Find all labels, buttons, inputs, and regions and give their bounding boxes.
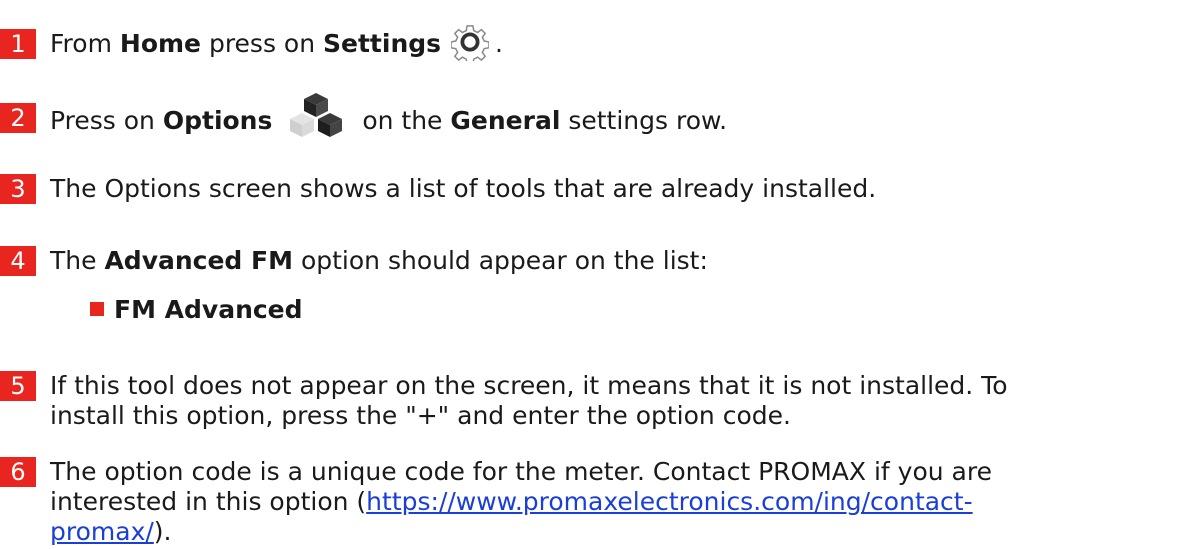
step-text: The Options screen shows a list of tools…: [50, 174, 877, 203]
gear-icon: [451, 25, 490, 61]
contact-link-continued[interactable]: promax/: [50, 517, 154, 546]
step-text: Press on Options on the General settings…: [50, 93, 1170, 141]
step-text: From Home press on Settings .: [50, 25, 1170, 61]
step-text-line: interested in this option (https://www.p…: [50, 487, 973, 516]
step-number: 6: [0, 457, 36, 487]
step-2: 2 Press on Options on the General settin…: [0, 93, 1170, 141]
step-number: 3: [0, 174, 36, 204]
bullet-label: FM Advanced: [114, 295, 303, 324]
step-number: 1: [0, 29, 36, 59]
step-number: 2: [0, 103, 36, 133]
step-text-line: promax/).: [50, 517, 172, 546]
cubes-icon: [290, 93, 343, 137]
step-number: 4: [0, 246, 36, 276]
step-3: 3 The Options screen shows a list of too…: [0, 174, 1170, 204]
step-5: 5 If this tool does not appear on the sc…: [0, 371, 1170, 431]
bullet-square: [90, 302, 104, 316]
step-text-line: If this tool does not appear on the scre…: [50, 371, 1008, 400]
step-text-line: The option code is a unique code for the…: [50, 457, 992, 486]
step-text-line: install this option, press the "+" and e…: [50, 401, 791, 430]
step-1: 1 From Home press on Settings .: [0, 25, 1170, 61]
step-6: 6 The option code is a unique code for t…: [0, 457, 1170, 547]
step-4: 4 The Advanced FM option should appear o…: [0, 246, 1170, 276]
step-text: If this tool does not appear on the scre…: [50, 371, 1170, 431]
step-number: 5: [0, 371, 36, 401]
contact-link[interactable]: https://www.promaxelectronics.com/ing/co…: [366, 487, 972, 516]
step-text: The Advanced FM option should appear on …: [50, 246, 708, 275]
step-text: The option code is a unique code for the…: [50, 457, 1170, 547]
option-bullet: FM Advanced: [90, 295, 303, 325]
